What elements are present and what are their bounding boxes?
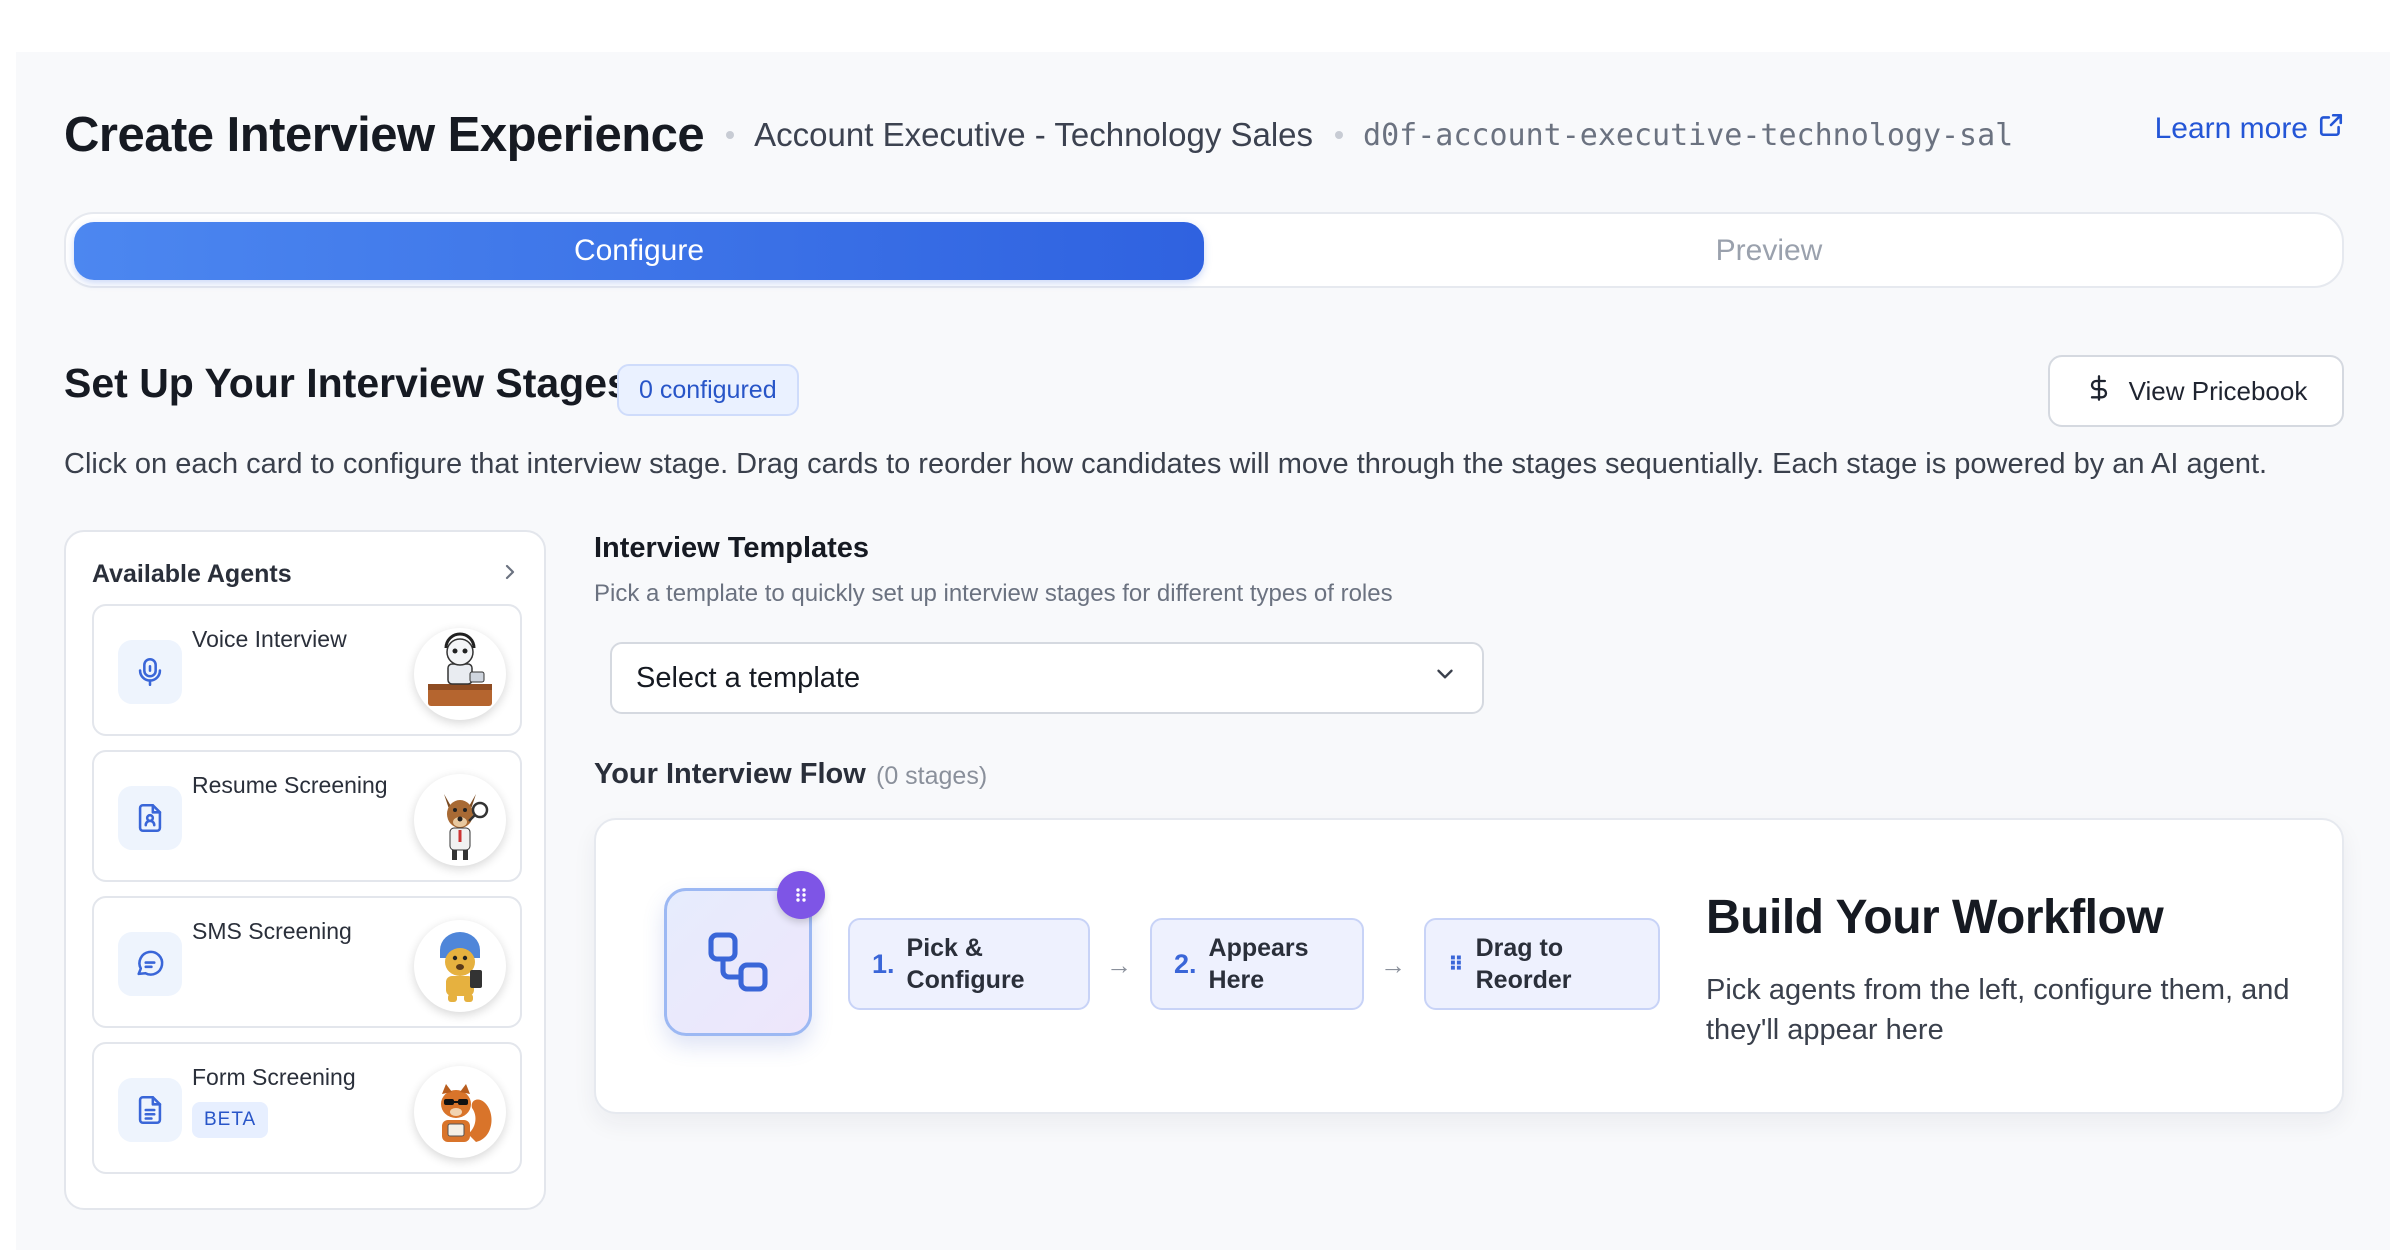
step-label: Pick & Configure <box>906 934 1025 994</box>
resume-icon <box>118 786 182 850</box>
chat-bubble-icon <box>118 932 182 996</box>
flow-step-drag-reorder: ⠿ Drag to Reorder <box>1424 918 1660 1010</box>
arrow-right-icon: → <box>1106 950 1132 980</box>
microphone-icon <box>118 640 182 704</box>
external-link-icon <box>2318 112 2344 146</box>
available-agents-panel: Available Agents Voice Interview Resume … <box>64 530 546 1210</box>
job-title: Account Executive - Technology Sales <box>754 116 1314 153</box>
empty-state-description: Pick agents from the left, configure the… <box>1706 974 2290 1046</box>
agent-card-sms-screening[interactable]: SMS Screening <box>92 896 522 1028</box>
learn-more-link[interactable]: Learn more <box>2155 112 2344 146</box>
view-pricebook-button[interactable]: View Pricebook <box>2048 355 2344 427</box>
robot-at-desk-mascot <box>414 628 506 720</box>
empty-state-title: Build Your Workflow <box>1706 891 2164 944</box>
job-slug: d0f-account-executive-technology-sal <box>1363 117 2014 153</box>
interview-flow-dropzone[interactable]: 1. Pick & Configure → 2. Appears Here → ⠿ … <box>594 818 2344 1114</box>
step-number: 2. <box>1174 948 1197 979</box>
separator-dot <box>1335 131 1344 139</box>
view-pricebook-label: View Pricebook <box>2128 375 2308 406</box>
template-select[interactable]: Select a template <box>610 642 1484 714</box>
interview-flow-title: Your Interview Flow <box>594 758 866 790</box>
dollar-icon <box>2085 373 2113 410</box>
flow-step-appears-here: 2. Appears Here <box>1150 918 1364 1010</box>
agent-card-form-screening[interactable]: Form Screening BETA <box>92 1042 522 1174</box>
chevron-right-icon[interactable] <box>498 560 522 589</box>
flow-step-pick-configure: 1. Pick & Configure <box>848 918 1090 1010</box>
learn-more-label: Learn more <box>2154 112 2308 145</box>
tab-configure[interactable]: Configure <box>74 222 1204 280</box>
agent-name: Voice Interview <box>192 626 347 652</box>
grip-icon: ⠿ <box>1448 953 1464 976</box>
arrow-right-icon: → <box>1380 950 1406 980</box>
drag-handle-icon <box>777 871 825 919</box>
stages-section-description: Click on each card to configure that int… <box>64 448 2268 480</box>
interview-templates-title: Interview Templates <box>594 532 870 564</box>
available-agents-header[interactable]: Available Agents <box>92 554 522 594</box>
separator-dot <box>726 131 735 139</box>
beta-badge: BETA <box>192 1102 269 1138</box>
available-agents-title: Available Agents <box>92 559 292 588</box>
template-select-value: Select a template <box>636 661 861 694</box>
tab-preview[interactable]: Preview <box>1204 222 2334 280</box>
dog-detective-mascot <box>414 774 506 866</box>
agent-card-resume-screening[interactable]: Resume Screening <box>92 750 522 882</box>
page-header: Create Interview Experience Account Exec… <box>64 98 2344 172</box>
document-icon <box>118 1078 182 1142</box>
page-title: Create Interview Experience <box>64 108 705 162</box>
agent-card-voice-interview[interactable]: Voice Interview <box>92 604 522 736</box>
dog-with-phone-mascot <box>414 920 506 1012</box>
configured-count-badge: 0 configured <box>617 364 799 416</box>
squirrel-with-sunglasses-mascot <box>414 1066 506 1158</box>
step-number: 1. <box>872 948 895 979</box>
workflow-icon <box>664 871 825 1036</box>
agent-name: Form Screening <box>192 1064 356 1090</box>
stages-section-title: Set Up Your Interview Stages <box>64 360 630 406</box>
agent-name: SMS Screening <box>192 918 352 944</box>
mode-tabs: Configure Preview <box>64 212 2344 288</box>
chevron-down-icon <box>1432 661 1458 695</box>
agent-name: Resume Screening <box>192 772 388 798</box>
step-label: Drag to Reorder <box>1475 934 1572 994</box>
step-label: Appears Here <box>1208 934 1309 994</box>
interview-flow-count: (0 stages) <box>876 762 988 790</box>
interview-templates-description: Pick a template to quickly set up interv… <box>594 580 1393 607</box>
